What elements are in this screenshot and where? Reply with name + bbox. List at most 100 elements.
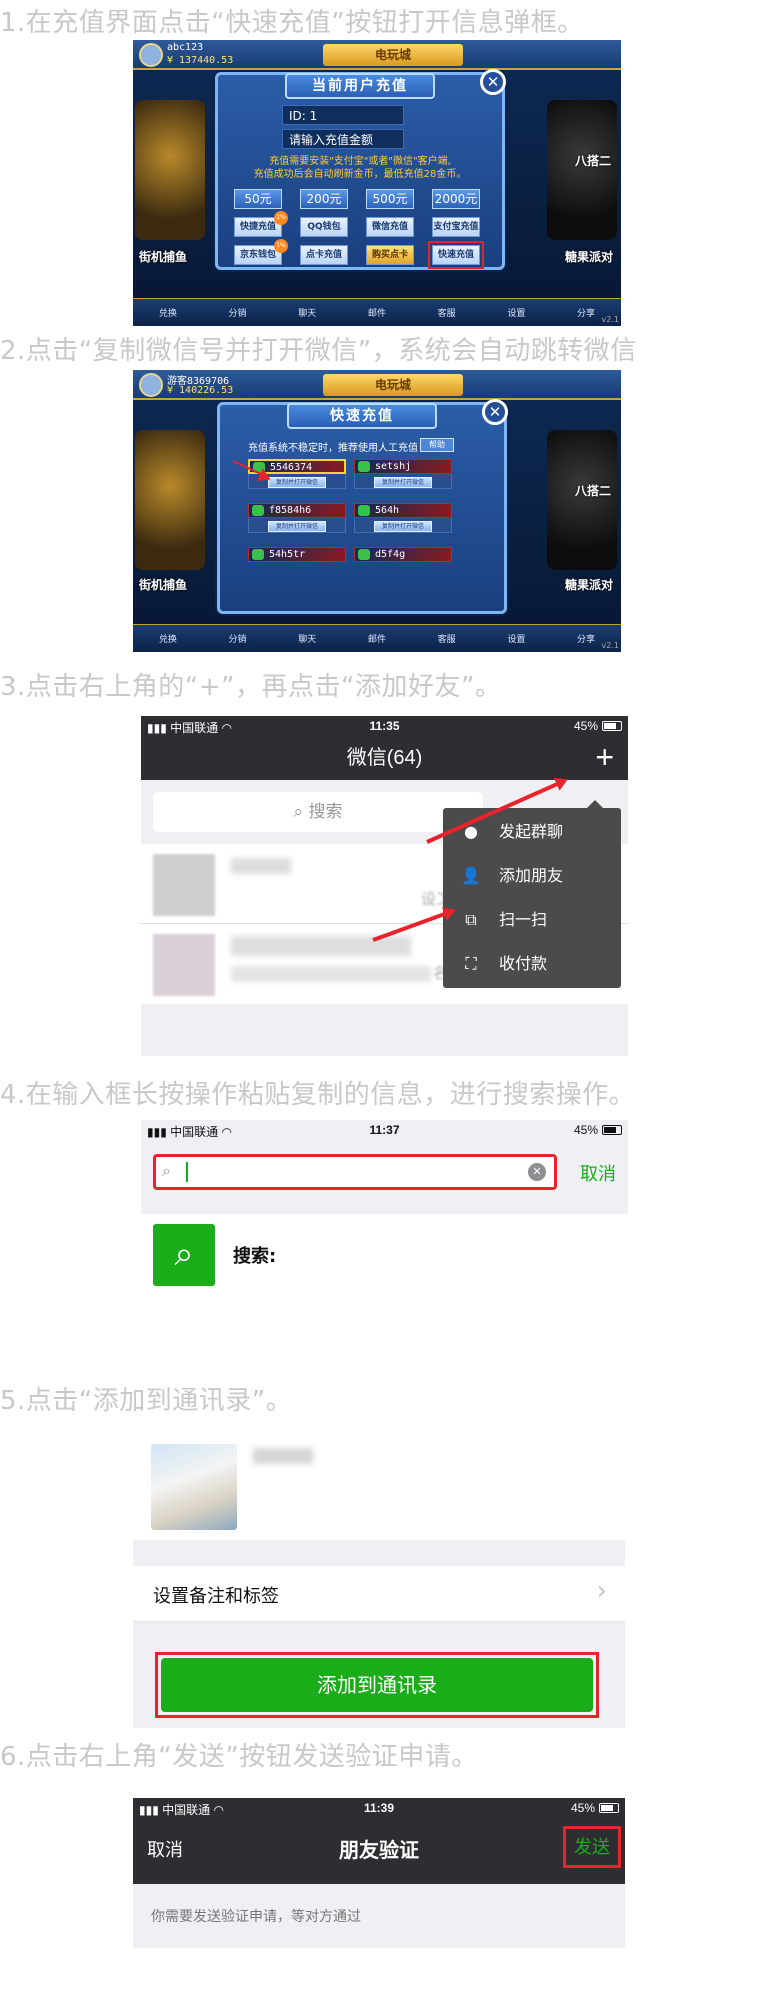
- clear-icon[interactable]: ✕: [528, 1163, 546, 1181]
- scan-icon: ⧉: [465, 910, 477, 929]
- blurred-name: [231, 858, 291, 874]
- fishing-game-label: 街机捕鱼: [139, 578, 188, 592]
- search-bar[interactable]: ⌕ 搜索: [153, 792, 483, 832]
- fishing-game-tile[interactable]: [135, 100, 205, 240]
- carrier-label: 中国联通: [170, 1125, 219, 1139]
- battery-percent: 45%: [573, 719, 598, 733]
- section-gap: [133, 1540, 625, 1566]
- nav-exchange[interactable]: 兑换: [150, 632, 186, 645]
- nav-share[interactable]: 分享: [568, 306, 604, 319]
- menu-add-friend[interactable]: 👤 添加朋友: [443, 854, 621, 898]
- close-icon[interactable]: ✕: [482, 399, 508, 425]
- menu-payment[interactable]: ⛶ 收付款: [443, 942, 621, 986]
- group-avatar: [153, 934, 215, 996]
- menu-start-group-chat[interactable]: ● 发起群聊: [443, 810, 621, 854]
- copy-open-wechat-button[interactable]: 复制并打开微信: [374, 477, 432, 488]
- carrier-label: 中国联通: [170, 721, 219, 735]
- step-3-caption: 3.点击右上角的“+”，再点击“添加好友”。: [0, 672, 502, 702]
- amount-2000-button[interactable]: 2000元: [432, 189, 480, 209]
- search-result-row[interactable]: ⌕ 搜索:: [141, 1214, 628, 1300]
- close-icon[interactable]: ✕: [480, 69, 506, 95]
- wechat-id: d5f4g: [375, 549, 406, 560]
- wechat-id-row: f8584h6: [248, 503, 346, 518]
- coin-balance: ¥ 140226.53: [167, 385, 234, 396]
- step-5-caption: 5.点击“添加到通讯录”。: [0, 1386, 293, 1416]
- group-avatar: [153, 854, 215, 916]
- add-to-contacts-button[interactable]: 添加到通讯录: [161, 1658, 593, 1712]
- nav-mail[interactable]: 邮件: [359, 632, 395, 645]
- notice-line-1: 充值需要安装"支付宝"或者"微信"客户端,: [269, 156, 451, 167]
- chevron-right-icon: ›: [596, 1576, 607, 1606]
- wechat-id: f8584h6: [269, 505, 312, 516]
- send-button[interactable]: 发送: [563, 1826, 621, 1868]
- version-label: v2.1: [601, 315, 619, 324]
- wechat-id: 5546374: [270, 462, 313, 473]
- wechat-pay-button[interactable]: 微信充值: [366, 217, 414, 237]
- cancel-button[interactable]: 取消: [580, 1160, 616, 1186]
- avatar: [139, 43, 163, 67]
- nav-chat[interactable]: 聊天: [289, 632, 325, 645]
- search-icon: ⌕: [293, 802, 309, 822]
- plus-icon[interactable]: +: [595, 736, 614, 778]
- carrier: ▮▮▮ 中国联通 ◠: [147, 1125, 232, 1139]
- buy-card-button[interactable]: 购买点卡: [366, 245, 414, 265]
- battery-percent: 45%: [573, 1123, 598, 1137]
- carrier: ▮▮▮ 中国联通 ◠: [139, 1803, 224, 1817]
- step-4-caption: 4.在输入框长按操作粘贴复制的信息，进行搜索操作。: [0, 1080, 636, 1110]
- nav-service[interactable]: 客服: [429, 632, 465, 645]
- quick-recharge-button[interactable]: 快速充值: [428, 241, 484, 269]
- nav-distribution[interactable]: 分销: [220, 632, 256, 645]
- nav-chat[interactable]: 聊天: [289, 306, 325, 319]
- wechat-home-screenshot: ▮▮▮ 中国联通 ◠ 11:35 45% 微信(64) + ⌕ 搜索 设工作 名…: [141, 716, 628, 1056]
- modal-title: 快速充值: [287, 403, 437, 429]
- search-icon: ⌕: [153, 1224, 215, 1286]
- amount-500-button[interactable]: 500元: [366, 189, 414, 209]
- clock: 11:37: [369, 1123, 400, 1137]
- nav-exchange[interactable]: 兑换: [150, 306, 186, 319]
- add-friend-icon: 👤: [461, 866, 481, 885]
- game-bottom-nav: 兑换 分销 聊天 邮件 客服 设置 分享: [133, 298, 621, 326]
- poker-game-label: 八搭二: [574, 484, 611, 498]
- nav-bar: 微信(64) +: [141, 736, 628, 780]
- modal-title: 当前用户充值: [285, 73, 435, 99]
- amount-200-button[interactable]: 200元: [300, 189, 348, 209]
- amount-input[interactable]: 请输入充值金额: [282, 129, 404, 149]
- nav-settings[interactable]: 设置: [498, 306, 534, 319]
- menu-scan[interactable]: ⧉ 扫一扫: [443, 898, 621, 942]
- search-input[interactable]: ⌕ ✕: [153, 1154, 557, 1190]
- blurred-preview: [231, 966, 431, 982]
- nav-settings[interactable]: 设置: [498, 632, 534, 645]
- copy-open-wechat-button[interactable]: 复制并打开微信: [268, 477, 326, 488]
- blurred-name: [231, 936, 411, 956]
- page-title: 微信(64): [346, 747, 423, 769]
- user-id-display: ID: 1: [282, 105, 404, 125]
- wechat-icon: [252, 505, 264, 516]
- amount-50-button[interactable]: 50元: [234, 189, 282, 209]
- poker-game-label: 八搭二: [574, 154, 611, 168]
- alipay-button[interactable]: 支付宝充值: [432, 217, 480, 237]
- nav-share[interactable]: 分享: [568, 632, 604, 645]
- clock: 11:35: [369, 719, 400, 733]
- copy-open-wechat-button[interactable]: 复制并打开微信: [374, 521, 432, 532]
- card-recharge-button[interactable]: 点卡充值: [300, 245, 348, 265]
- battery-icon: [602, 1125, 622, 1135]
- qq-wallet-button[interactable]: QQ钱包: [300, 217, 348, 237]
- verify-message-input[interactable]: [133, 1948, 625, 2001]
- nav-service[interactable]: 客服: [429, 306, 465, 319]
- remark-row[interactable]: 设置备注和标签 ›: [133, 1566, 625, 1622]
- help-button[interactable]: 帮助: [420, 438, 454, 452]
- payment-icon: ⛶: [465, 954, 477, 973]
- wechat-id-row: setshj: [354, 459, 452, 474]
- fishing-game-tile[interactable]: [135, 430, 205, 570]
- nav-mail[interactable]: 邮件: [359, 306, 395, 319]
- page-title: 朋友验证: [339, 1840, 419, 1862]
- copy-open-wechat-button[interactable]: 复制并打开微信: [268, 521, 326, 532]
- poker-game-tile[interactable]: [547, 430, 617, 570]
- wechat-icon: [252, 549, 264, 560]
- search-placeholder: 搜索: [308, 802, 343, 822]
- nav-distribution[interactable]: 分销: [220, 306, 256, 319]
- plus-dropdown-menu: ● 发起群聊 👤 添加朋友 ⧉ 扫一扫 ⛶ 收付款: [443, 800, 621, 988]
- username: abc123: [167, 42, 204, 53]
- menu-caret: [587, 800, 603, 808]
- poker-game-tile[interactable]: [547, 100, 617, 240]
